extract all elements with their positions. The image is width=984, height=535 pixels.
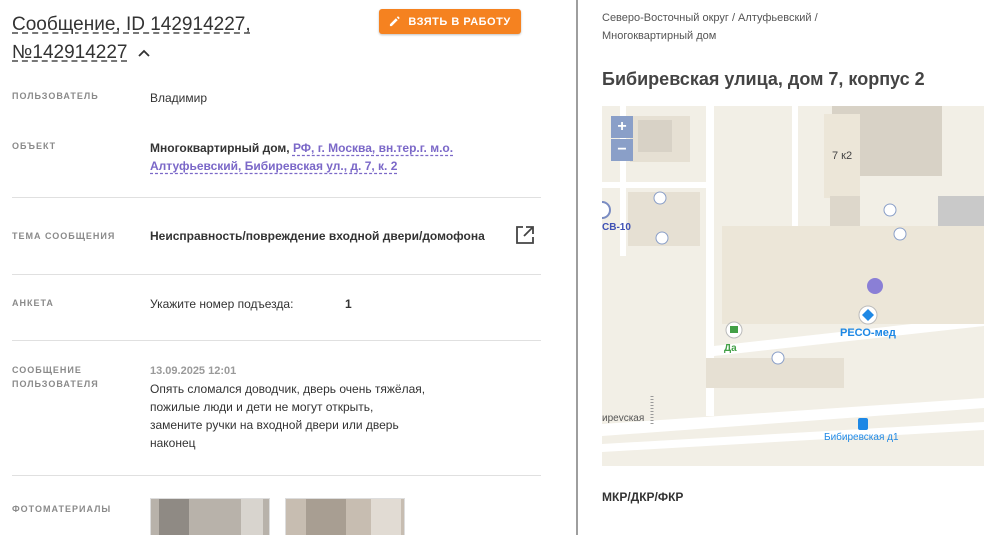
chevron-up-icon[interactable] bbox=[137, 48, 151, 58]
message-body: 13.09.2025 12:01 Опять сломался доводчик… bbox=[150, 362, 425, 452]
topic-label: ТЕМА СООБЩЕНИЯ bbox=[12, 231, 116, 241]
map[interactable]: + − 7 к2 СВ-10 Да РЕСО-мед ирevская Биби… bbox=[602, 106, 984, 466]
breadcrumb-line-2: Многоквартирный дом bbox=[602, 30, 717, 42]
user-label: ПОЛЬЗОВАТЕЛЬ bbox=[12, 91, 99, 101]
divider bbox=[12, 475, 541, 476]
object-value: Многоквартирный дом, РФ, г. Москва, вн.т… bbox=[150, 139, 453, 175]
divider bbox=[12, 340, 541, 341]
message-panel: Сообщение, ID 142914227, №142914227 ВЗЯТ… bbox=[0, 0, 576, 535]
zoom-in-button[interactable]: + bbox=[611, 116, 633, 138]
message-label: СООБЩЕНИЕ ПОЛЬЗОВАТЕЛЯ bbox=[12, 363, 99, 391]
form-question: Укажите номер подъезда: bbox=[150, 297, 294, 311]
map-road-label: ирevская bbox=[602, 413, 645, 424]
map-building-label: 7 к2 bbox=[832, 150, 853, 162]
object-address-line-1[interactable]: РФ, г. Москва, вн.тер.г. м.о. bbox=[293, 141, 453, 155]
topic-value: Неисправность/повреждение входной двери/… bbox=[150, 229, 485, 243]
map-edge-label: СВ-10 bbox=[602, 222, 631, 233]
message-line: Опять сломался доводчик, дверь очень тяж… bbox=[150, 382, 426, 396]
form-answer: 1 bbox=[345, 297, 352, 311]
title-line-2[interactable]: №142914227 bbox=[12, 42, 127, 63]
form-label: АНКЕТА bbox=[12, 298, 54, 308]
message-line: замените ручки на входной двери или двер… bbox=[150, 418, 399, 432]
open-in-new-icon[interactable] bbox=[515, 225, 535, 245]
object-panel: Северо-Восточный округ / Алтуфьевский / … bbox=[578, 0, 984, 535]
divider bbox=[12, 197, 541, 198]
message-line: наконец bbox=[150, 436, 196, 450]
message-label-line-1: СООБЩЕНИЕ bbox=[12, 365, 82, 375]
message-date: 13.09.2025 12:01 bbox=[150, 365, 237, 377]
breadcrumb: Северо-Восточный округ / Алтуфьевский / … bbox=[602, 9, 872, 45]
message-title[interactable]: Сообщение, ID 142914227, №142914227 bbox=[12, 11, 282, 67]
repair-program-label: МКР/ДКР/ФКР bbox=[602, 490, 684, 504]
object-address-line-2[interactable]: Алтуфьевский, Бибиревская ул., д. 7, к. … bbox=[150, 159, 397, 173]
zoom-out-button[interactable]: − bbox=[611, 139, 633, 161]
object-label: ОБЪЕКТ bbox=[12, 141, 57, 151]
map-stop-label[interactable]: Бибиревская д1 bbox=[824, 432, 899, 443]
message-line: пожилые люди и дети не могут открыть, bbox=[150, 400, 374, 414]
object-address-title: Бибиревская улица, дом 7, корпус 2 bbox=[602, 69, 925, 89]
take-to-work-button[interactable]: ВЗЯТЬ В РАБОТУ bbox=[379, 9, 521, 34]
pencil-icon bbox=[390, 16, 400, 27]
photos-label: ФОТОМАТЕРИАЛЫ bbox=[12, 504, 112, 514]
photo-thumbnail[interactable] bbox=[150, 498, 270, 535]
title-line-1[interactable]: Сообщение, ID 142914227, bbox=[12, 14, 251, 35]
user-value: Владимир bbox=[150, 91, 208, 105]
divider bbox=[12, 274, 541, 275]
map-poi-clinic[interactable]: РЕСО-мед bbox=[840, 327, 896, 339]
message-label-line-2: ПОЛЬЗОВАТЕЛЯ bbox=[12, 379, 99, 389]
take-to-work-label: ВЗЯТЬ В РАБОТУ bbox=[408, 15, 511, 28]
object-type: Многоквартирный дом, bbox=[150, 141, 290, 155]
photo-thumbnail[interactable] bbox=[285, 498, 405, 535]
breadcrumb-line-1: Северо-Восточный округ / Алтуфьевский / bbox=[602, 12, 818, 24]
map-poi-shop[interactable]: Да bbox=[724, 343, 737, 354]
